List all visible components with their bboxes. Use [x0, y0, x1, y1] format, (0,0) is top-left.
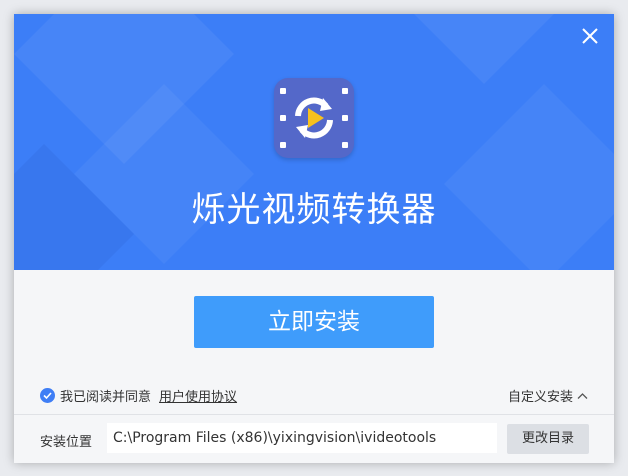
close-button[interactable]	[578, 24, 602, 48]
app-title: 烁光视频转换器	[191, 190, 437, 230]
header-banner: 烁光视频转换器	[14, 14, 614, 270]
checkmark-icon	[43, 391, 52, 399]
custom-install-label: 自定义安装	[507, 390, 573, 405]
installer-window: 烁光视频转换器 立即安装 我已阅读并同意 用户使用协议 自定义安装 安装位置 C…	[14, 14, 614, 463]
close-icon	[582, 28, 598, 44]
install-path-input[interactable]: C:\Program Files (x86)\yixingvision\ivid…	[107, 423, 497, 453]
custom-install-toggle[interactable]: 自定义安装	[508, 386, 588, 405]
change-directory-button[interactable]: 更改目录	[507, 424, 589, 454]
video-converter-logo-icon	[280, 88, 348, 148]
install-now-button[interactable]: 立即安装	[194, 296, 434, 348]
agreement-text: 我已阅读并同意	[60, 389, 152, 405]
app-logo	[274, 78, 354, 158]
agreement-row: 我已阅读并同意 用户使用协议	[40, 386, 237, 405]
agreement-checkbox[interactable]	[40, 387, 55, 403]
chevron-up-icon	[577, 392, 588, 399]
install-path-label: 安装位置	[40, 435, 93, 450]
user-agreement-link[interactable]: 用户使用协议	[159, 386, 237, 405]
install-path-bar: 安装位置 C:\Program Files (x86)\yixingvision…	[14, 414, 614, 463]
